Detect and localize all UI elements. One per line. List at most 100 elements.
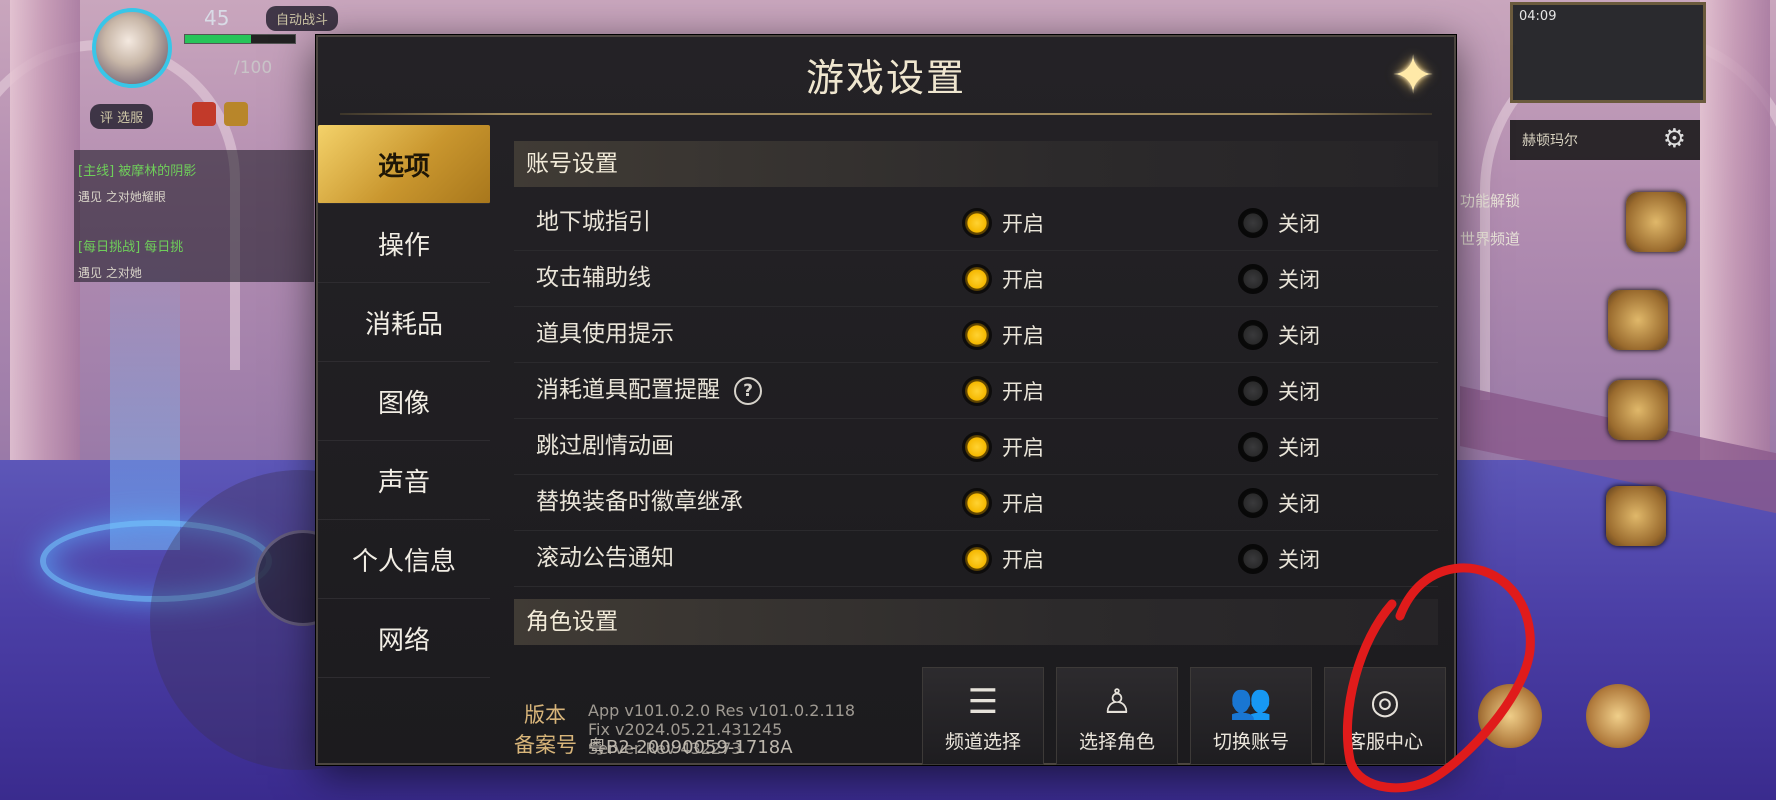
option-label: 关闭	[1278, 435, 1320, 460]
button-label: 切换账号	[1212, 731, 1289, 753]
dialog-title: 游戏设置	[805, 56, 966, 100]
option-on[interactable]: 开启	[962, 195, 1044, 250]
trophy-icon[interactable]	[1608, 380, 1668, 440]
close-star-icon: ✦	[1391, 46, 1435, 106]
version-line: App v101.0.2.0 Res v101.0.2.118	[588, 701, 856, 720]
option-off[interactable]: 关闭	[1238, 419, 1320, 474]
quest-title[interactable]: [每日挑战] 每日挑	[78, 236, 183, 255]
settings-tabs: 选项 操作 消耗品 图像 声音 个人信息 网络	[318, 125, 490, 678]
settings-content: 账号设置 地下城指引 开启 关闭 攻击辅助线 开启 关闭 道具使用提示 开启 关闭 消耗道具配置提…	[514, 141, 1438, 645]
version-label: 版本	[524, 703, 566, 727]
sword-event-icon[interactable]	[1608, 290, 1668, 350]
option-off[interactable]: 关闭	[1238, 475, 1320, 530]
shop-icon[interactable]	[1626, 192, 1686, 252]
settings-dialog: 游戏设置 ✦ 选项 操作 消耗品 图像 声音 个人信息 网络 账号设置 地下城指…	[316, 35, 1456, 765]
option-on[interactable]: 开启	[962, 307, 1044, 362]
option-label: 关闭	[1278, 379, 1320, 404]
treasure-icon[interactable]	[1606, 486, 1666, 546]
option-on[interactable]: 开启	[962, 363, 1044, 418]
quest-title[interactable]: [主线] 被摩林的阴影	[78, 160, 196, 179]
option-label: 关闭	[1278, 491, 1320, 516]
radio-unselected-icon[interactable]	[1238, 207, 1268, 238]
clock: 04:09	[1519, 9, 1557, 24]
tab-consumables[interactable]: 消耗品	[318, 283, 490, 362]
map-name-bar[interactable]: 赫顿玛尔 ⚙	[1510, 120, 1700, 160]
radio-selected-icon[interactable]	[962, 487, 992, 518]
setting-label-text: 跳过剧情动画	[536, 433, 674, 459]
tab-network[interactable]: 网络	[318, 599, 490, 678]
fatigue-counter: /100	[234, 58, 273, 78]
button-label: 客服中心	[1346, 731, 1423, 753]
setting-label-text: 地下城指引	[536, 209, 651, 235]
tab-options[interactable]: 选项	[318, 125, 490, 204]
option-off[interactable]: 关闭	[1238, 195, 1320, 250]
button-label: 选择角色	[1078, 731, 1155, 753]
minimap[interactable]: 04:09	[1510, 2, 1706, 103]
option-label: 开启	[1002, 267, 1044, 292]
radio-selected-icon[interactable]	[962, 319, 992, 350]
hp-bar	[184, 34, 296, 44]
tab-controls[interactable]: 操作	[318, 204, 490, 283]
option-on[interactable]: 开启	[962, 475, 1044, 530]
channel-select-button[interactable]: ☰ 频道选择	[922, 667, 1044, 765]
option-label: 关闭	[1278, 211, 1320, 236]
radio-selected-icon[interactable]	[962, 375, 992, 406]
help-icon[interactable]: ?	[734, 376, 762, 405]
radio-unselected-icon[interactable]	[1238, 319, 1268, 350]
setting-label: 地下城指引	[536, 195, 651, 250]
radio-selected-icon[interactable]	[962, 543, 992, 574]
radio-unselected-icon[interactable]	[1238, 375, 1268, 406]
record-label: 备案号	[514, 733, 577, 757]
character-pin-icon: ♙	[1101, 682, 1133, 722]
gear-icon[interactable]: ⚙	[1663, 124, 1686, 154]
title-divider	[340, 113, 1432, 115]
setting-label-text: 滚动公告通知	[536, 545, 674, 571]
radio-selected-icon[interactable]	[962, 431, 992, 462]
switch-account-button[interactable]: 👥 切换账号	[1190, 667, 1312, 765]
section-header-character: 角色设置	[514, 599, 1438, 645]
setting-row: 消耗道具配置提醒? 开启 关闭	[514, 363, 1438, 419]
option-on[interactable]: 开启	[962, 419, 1044, 474]
radio-unselected-icon[interactable]	[1238, 431, 1268, 462]
quick-skill-icon[interactable]	[1478, 684, 1542, 748]
option-label: 关闭	[1278, 547, 1320, 572]
tab-profile[interactable]: 个人信息	[318, 520, 490, 599]
tab-graphics[interactable]: 图像	[318, 362, 490, 441]
option-on[interactable]: 开启	[962, 531, 1044, 586]
customer-service-button[interactable]: ◎ 客服中心	[1324, 667, 1446, 765]
quick-skill-icon[interactable]	[1586, 684, 1650, 748]
radio-unselected-icon[interactable]	[1238, 487, 1268, 518]
option-label: 开启	[1002, 211, 1044, 236]
option-on[interactable]: 开启	[962, 251, 1044, 306]
radio-unselected-icon[interactable]	[1238, 543, 1268, 574]
close-button[interactable]: ✦	[1382, 45, 1444, 107]
option-off[interactable]: 关闭	[1238, 307, 1320, 362]
setting-row: 替换装备时徽章继承 开启 关闭	[514, 475, 1438, 531]
radio-selected-icon[interactable]	[962, 207, 992, 238]
option-off[interactable]: 关闭	[1238, 531, 1320, 586]
headset-icon: ◎	[1370, 682, 1400, 722]
server-badge[interactable]: 评 选服	[90, 104, 154, 129]
setting-row: 地下城指引 开启 关闭	[514, 195, 1438, 251]
option-label: 关闭	[1278, 323, 1320, 348]
option-off[interactable]: 关闭	[1238, 363, 1320, 418]
setting-row: 道具使用提示 开启 关闭	[514, 307, 1438, 363]
setting-row: 攻击辅助线 开启 关闭	[514, 251, 1438, 307]
player-level: 45	[204, 6, 230, 30]
setting-row: 跳过剧情动画 开启 关闭	[514, 419, 1438, 475]
section-header-account: 账号设置	[514, 141, 1438, 187]
option-label: 开启	[1002, 379, 1044, 404]
radio-selected-icon[interactable]	[962, 263, 992, 294]
select-character-button[interactable]: ♙ 选择角色	[1056, 667, 1178, 765]
quest-desc: 遇见 之对她	[78, 266, 142, 280]
buff-icon	[192, 102, 216, 126]
tab-sound[interactable]: 声音	[318, 441, 490, 520]
option-off[interactable]: 关闭	[1238, 251, 1320, 306]
background-pillar	[10, 0, 80, 470]
option-label: 开启	[1002, 435, 1044, 460]
setting-label-text: 攻击辅助线	[536, 265, 651, 291]
setting-label: 消耗道具配置提醒?	[536, 363, 762, 418]
player-avatar[interactable]	[92, 8, 172, 88]
auto-battle-badge[interactable]: 自动战斗	[266, 6, 339, 31]
radio-unselected-icon[interactable]	[1238, 263, 1268, 294]
